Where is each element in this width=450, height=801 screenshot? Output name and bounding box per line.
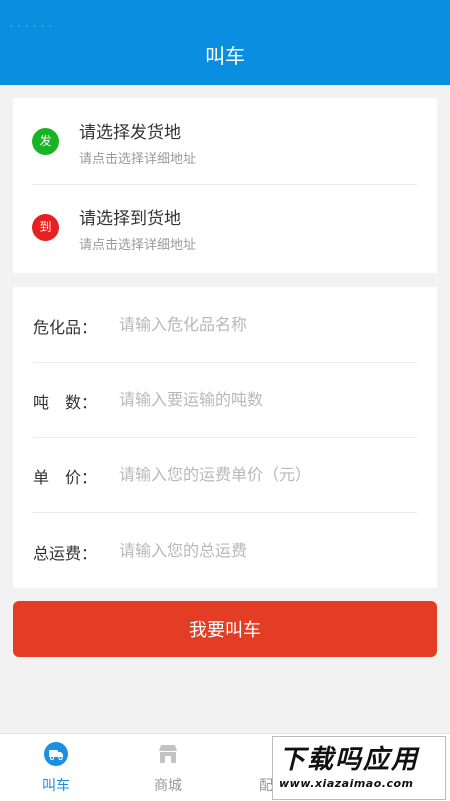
destination-badge-icon: 到 [32, 214, 59, 241]
truck-icon [44, 742, 68, 766]
total-fee-label: 总运费： [33, 544, 98, 563]
address-card: 发 请选择发货地 请点击选择详细地址 到 请选择到货地 请点击选择详细地址 [13, 98, 437, 273]
destination-address-title: 请选择到货地 [79, 209, 181, 229]
tonnage-label: 吨 数： [33, 393, 98, 412]
form-row-unit-price: 单 价： [13, 437, 437, 512]
unit-price-label: 单 价： [33, 468, 98, 487]
origin-badge-icon: 发 [32, 128, 59, 155]
origin-address-row[interactable]: 发 请选择发货地 请点击选择详细地址 [13, 98, 437, 184]
destination-address-row[interactable]: 到 请选择到货地 请点击选择详细地址 [13, 184, 437, 270]
watermark-text: 下载吗应用 [279, 745, 420, 775]
chemical-name-input[interactable] [119, 307, 419, 341]
tab-call-car[interactable]: 叫车 [0, 734, 112, 801]
unit-price-input[interactable] [119, 457, 419, 491]
watermark-logo: 下载吗应用 www.xiazaimao.com [272, 736, 446, 800]
watermark-url: www.xiazaimao.com [279, 777, 414, 790]
total-fee-input[interactable] [119, 533, 419, 567]
app-header: · · · · · · 叫车 [0, 0, 450, 85]
shop-icon [159, 745, 177, 763]
form-row-total-fee: 总运费： [13, 513, 437, 588]
form-row-chemical: 危化品： [13, 287, 437, 362]
tab-call-car-label: 叫车 [42, 778, 70, 794]
origin-address-hint: 请点击选择详细地址 [79, 152, 197, 167]
page-title: 叫车 [205, 44, 245, 68]
tonnage-input[interactable] [119, 382, 419, 416]
form-row-tonnage: 吨 数： [13, 362, 437, 437]
destination-address-hint: 请点击选择详细地址 [79, 238, 197, 253]
order-form: 危化品： 吨 数： 单 价： 总运费： [13, 287, 437, 588]
origin-address-title: 请选择发货地 [79, 123, 181, 143]
status-bar-dots: · · · · · · [10, 22, 53, 32]
chemical-label: 危化品： [33, 318, 98, 337]
call-car-button[interactable]: 我要叫车 [13, 601, 437, 657]
